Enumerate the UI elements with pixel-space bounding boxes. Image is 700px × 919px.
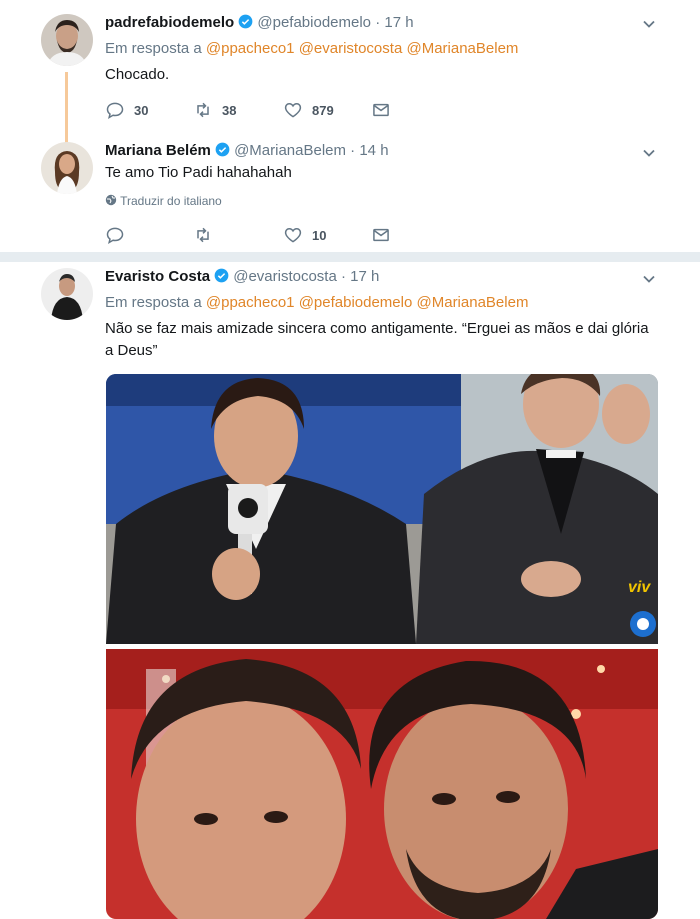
globe-icon xyxy=(105,194,117,206)
tweet-actions: 30 38 879 xyxy=(105,99,405,121)
mention-link[interactable]: @ppacheco1 xyxy=(206,294,295,311)
retweet-icon xyxy=(197,102,209,118)
tweet-text-line: a Deus” xyxy=(105,342,158,359)
avatar[interactable] xyxy=(41,142,93,194)
verified-icon xyxy=(215,142,230,157)
retweet-button[interactable]: 38 xyxy=(193,99,236,121)
display-name[interactable]: Mariana Belém xyxy=(105,142,211,159)
tweet-padrefabiodemelo[interactable]: padrefabiodemelo @pefabiodemelo · 17 h E… xyxy=(0,0,700,130)
channel-watermark: viv xyxy=(628,579,651,596)
heart-icon xyxy=(284,102,302,118)
tweet-header: Evaristo Costa @evaristocosta · 17 h xyxy=(105,268,379,285)
mention-link[interactable]: @MarianaBelem xyxy=(417,294,529,311)
tweet-text: Te amo Tio Padi hahahahah xyxy=(105,164,292,181)
tweet-text: Não se faz mais amizade sincera como ant… xyxy=(105,318,665,362)
timestamp[interactable]: 17 h xyxy=(350,268,379,285)
reply-count: 30 xyxy=(134,102,149,118)
reply-prefix: Em resposta a xyxy=(105,294,202,311)
reply-prefix: Em resposta a xyxy=(105,40,202,57)
separator-dot: · xyxy=(341,268,346,285)
media-photo-interview[interactable] xyxy=(106,374,658,644)
handle[interactable]: @evaristocosta xyxy=(233,268,337,285)
reply-context: Em resposta a @ppacheco1 @pefabiodemelo … xyxy=(105,294,528,311)
tweet-actions: 10 xyxy=(105,224,405,246)
verified-icon xyxy=(238,14,253,29)
tweet-media[interactable]: viv xyxy=(106,374,658,919)
timestamp[interactable]: 17 h xyxy=(384,14,413,31)
mention-link[interactable]: @pefabiodemelo xyxy=(299,294,413,311)
like-button[interactable]: 879 xyxy=(283,99,334,121)
retweet-button[interactable] xyxy=(193,224,213,246)
reply-context: Em resposta a @ppacheco1 @evaristocosta … xyxy=(105,40,518,57)
reply-button[interactable] xyxy=(105,224,125,246)
handle[interactable]: @pefabiodemelo xyxy=(257,14,371,31)
timestamp[interactable]: 14 h xyxy=(359,142,388,159)
retweet-icon xyxy=(197,227,209,243)
tweet-text-line: Não se faz mais amizade sincera como ant… xyxy=(105,320,649,337)
mention-link[interactable]: @evaristocosta xyxy=(299,40,403,57)
tweet-text: Chocado. xyxy=(105,66,170,83)
like-count: 879 xyxy=(312,102,334,118)
direct-message-button[interactable] xyxy=(371,224,391,246)
tweet-header: Mariana Belém @MarianaBelem · 14 h xyxy=(105,142,389,159)
avatar[interactable] xyxy=(41,14,93,66)
reply-button[interactable]: 30 xyxy=(105,99,148,121)
separator-dot: · xyxy=(350,142,356,159)
envelope-icon xyxy=(373,228,389,242)
mention-link[interactable]: @MarianaBelem xyxy=(406,40,518,57)
tweet-header: padrefabiodemelo @pefabiodemelo · 17 h xyxy=(105,14,414,31)
translate-label[interactable]: Traduzir do italiano xyxy=(120,194,222,208)
tweet-mariana-belem[interactable]: Mariana Belém @MarianaBelem · 14 h Te am… xyxy=(0,130,700,250)
like-button[interactable]: 10 xyxy=(283,224,326,246)
chevron-down-icon[interactable] xyxy=(642,272,656,286)
direct-message-button[interactable] xyxy=(371,99,391,121)
handle[interactable]: @MarianaBelem xyxy=(234,142,346,159)
verified-icon xyxy=(214,268,229,283)
mention-link[interactable]: @ppacheco1 xyxy=(206,40,295,57)
reply-icon xyxy=(106,227,124,245)
avatar[interactable] xyxy=(41,268,93,320)
media-photo-selfie[interactable] xyxy=(106,649,658,919)
retweet-count: 38 xyxy=(222,102,237,118)
heart-icon xyxy=(284,227,302,243)
display-name[interactable]: padrefabiodemelo xyxy=(105,14,234,31)
reply-icon xyxy=(106,102,124,120)
display-name[interactable]: Evaristo Costa xyxy=(105,268,210,285)
like-count: 10 xyxy=(312,227,327,243)
chevron-down-icon[interactable] xyxy=(642,17,656,31)
translate-link[interactable]: Traduzir do italiano xyxy=(105,194,222,208)
tweet-evaristo-costa[interactable]: Evaristo Costa @evaristocosta · 17 h Em … xyxy=(0,262,700,919)
tweet-divider xyxy=(0,252,700,262)
envelope-icon xyxy=(373,103,389,117)
chevron-down-icon[interactable] xyxy=(642,146,656,160)
separator-dot: · xyxy=(375,14,381,31)
